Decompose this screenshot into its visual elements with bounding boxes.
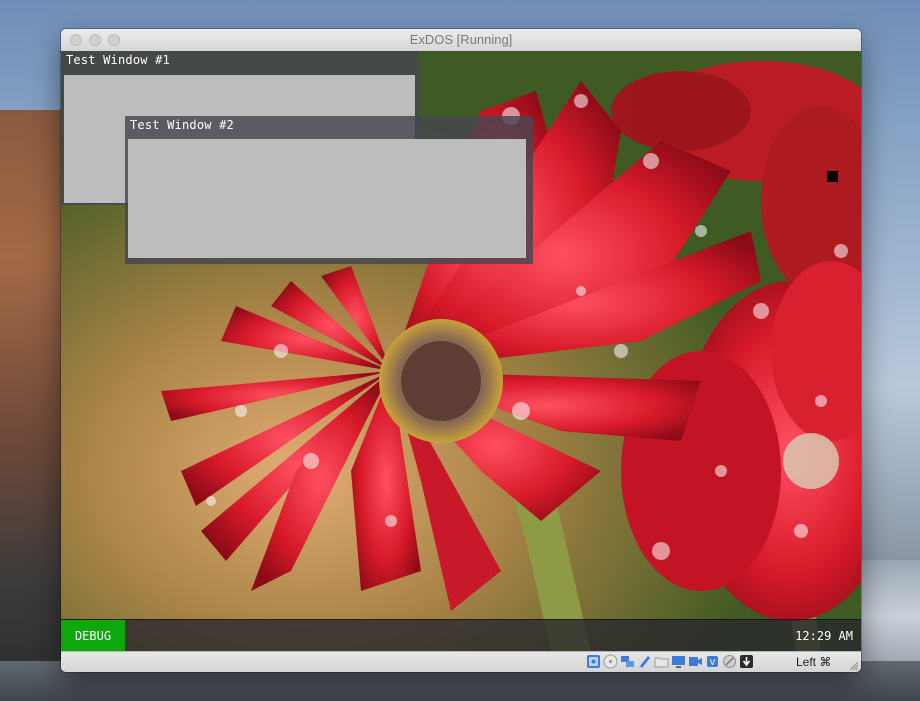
guest-window-title: Test Window #1 [66, 53, 170, 67]
guest-window-test-2[interactable]: Test Window #2 [125, 116, 533, 264]
guest-taskbar: DEBUG 12:29 AM [61, 619, 861, 651]
guest-screen[interactable]: Test Window #1 Test Window #2 DEBUG 12:2… [61, 51, 861, 651]
host-key-label: Left ⌘ [796, 655, 832, 669]
window-titlebar[interactable]: ExDOS [Running] [61, 29, 861, 52]
mouse-cursor-icon [827, 171, 838, 182]
video-capture-icon[interactable] [688, 654, 703, 669]
svg-text:V: V [710, 658, 716, 667]
resize-grip-icon[interactable] [849, 661, 859, 671]
usb-icon[interactable] [637, 654, 652, 669]
status-icons: V [586, 654, 754, 670]
hard-disk-icon[interactable] [586, 654, 601, 669]
cpu-icon[interactable]: V [705, 654, 720, 669]
display-icon[interactable] [671, 654, 686, 669]
keyboard-capture-icon[interactable] [739, 654, 754, 669]
optical-drive-icon[interactable] [603, 654, 618, 669]
shared-folders-icon[interactable] [654, 654, 669, 669]
window-title: ExDOS [Running] [409, 32, 513, 47]
guest-window-body[interactable] [128, 139, 526, 258]
network-icon[interactable] [620, 654, 635, 669]
mouse-integration-icon[interactable] [722, 654, 737, 669]
vm-status-bar: V Left ⌘ [61, 651, 861, 672]
virtualbox-vm-window: ExDOS [Running] Test Window #1 Test Wind… [61, 29, 861, 672]
taskbar-clock: 12:29 AM [795, 629, 853, 643]
desktop-wallpaper-rock-left [0, 110, 70, 701]
debug-button[interactable]: DEBUG [61, 620, 125, 651]
guest-window-title: Test Window #2 [130, 118, 234, 132]
